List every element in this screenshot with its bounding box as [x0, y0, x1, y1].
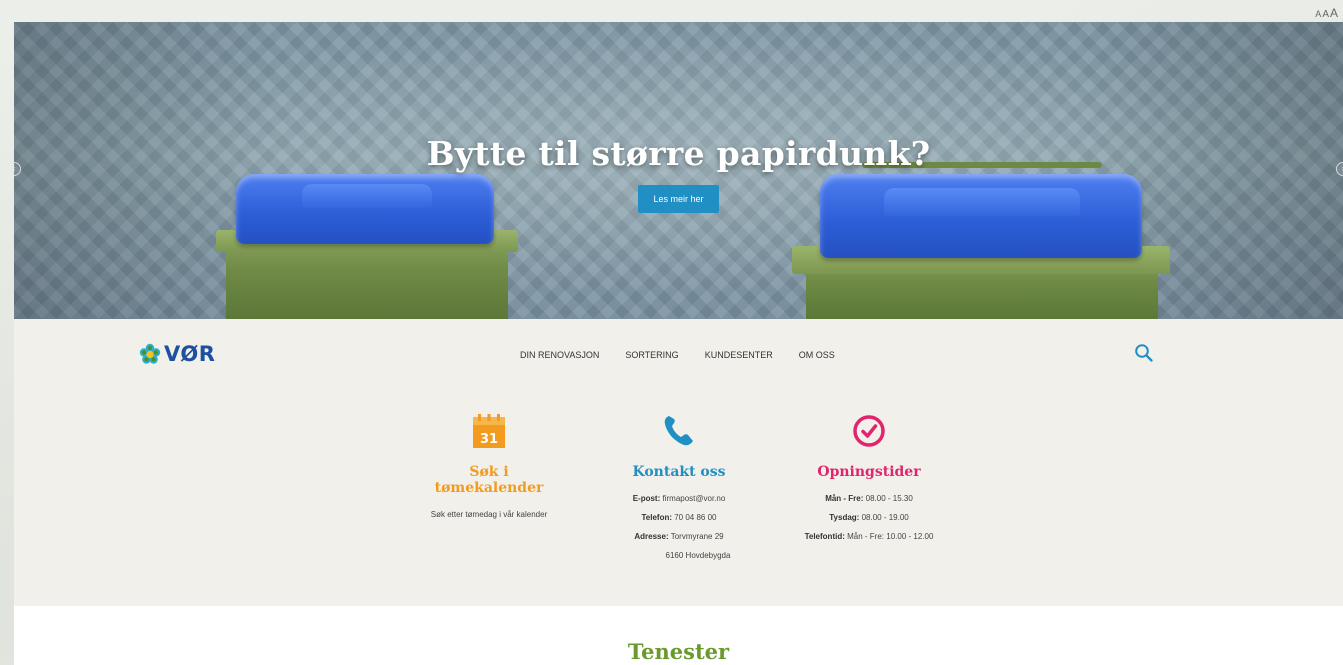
address-line1: Torvmyrane 29 [670, 532, 724, 541]
calendar-text: Søk etter tømedag i vår kalender [430, 510, 548, 519]
clock-icon [853, 415, 885, 447]
hero-title: Bytte til større papirdunk? [426, 134, 931, 173]
calendar-icon-number: 31 [480, 432, 498, 447]
hero-content: Bytte til større papirdunk? Les meir her [14, 134, 1343, 213]
font-size-medium[interactable]: A [1322, 9, 1330, 20]
phone-label: Telefon: [641, 513, 672, 522]
menu-item-kundesenter[interactable]: KUNDESENTER [705, 350, 773, 360]
slider-next-icon[interactable]: › [1336, 162, 1343, 176]
hero-slider: Bytte til større papirdunk? Les meir her… [14, 22, 1343, 319]
hours-details: Mån - Fre: 08.00 - 15.30 Tysdag: 08.00 -… [789, 489, 949, 546]
weekday-label: Mån - Fre: [825, 494, 864, 503]
search-icon [1135, 344, 1153, 362]
page: Bytte til større papirdunk? Les meir her… [14, 22, 1343, 665]
hours-column: Opningstider Mån - Fre: 08.00 - 15.30 Ty… [789, 411, 949, 546]
menu-item-sortering[interactable]: SORTERING [625, 350, 678, 360]
read-more-button[interactable]: Les meir her [638, 185, 719, 213]
font-size-control[interactable]: AAA [1315, 6, 1339, 20]
email-value[interactable]: firmapost@vor.no [662, 494, 725, 503]
calendar-column[interactable]: 31 Søk i tømekalender Søk etter tømedag … [414, 411, 564, 524]
phone-time-label: Telefontid: [804, 532, 845, 541]
phone-icon [664, 416, 693, 446]
info-section: 31 Søk i tømekalender Søk etter tømedag … [14, 389, 1343, 606]
email-label: E-post: [632, 494, 661, 503]
main-menu: DIN RENOVASJON SORTERING KUNDESENTER OM … [520, 350, 861, 360]
contact-title: Kontakt oss [632, 464, 726, 480]
calendar-icon: 31 [473, 414, 505, 448]
hours-title: Opningstider [817, 464, 921, 480]
address-line2: 6160 Hovdebygda [665, 551, 731, 560]
menu-item-din-renovasjon[interactable]: DIN RENOVASJON [520, 350, 599, 360]
main-navigation: VØR DIN RENOVASJON SORTERING KUNDESENTER… [14, 319, 1343, 389]
contact-details: E-post: firmapost@vor.no Telefon: 70 04 … [604, 489, 754, 565]
weekday-hours: 08.00 - 15.30 [865, 494, 913, 503]
menu-item-om-oss[interactable]: OM OSS [799, 350, 835, 360]
phone-value[interactable]: 70 04 86 00 [674, 513, 716, 522]
calendar-title[interactable]: Søk i tømekalender [414, 464, 564, 496]
flower-logo-icon [139, 343, 161, 364]
phone-time-hours: Mån - Fre: 10.00 - 12.00 [847, 532, 934, 541]
tuesday-hours: 08.00 - 19.00 [861, 513, 909, 522]
logo[interactable]: VØR [139, 342, 215, 366]
services-section: Tenester [14, 606, 1343, 665]
services-title: Tenester [627, 639, 730, 664]
tuesday-label: Tysdag: [829, 513, 860, 522]
contact-column: Kontakt oss E-post: firmapost@vor.no Tel… [604, 411, 754, 565]
font-size-large[interactable]: A [1330, 6, 1339, 20]
address-label: Adresse: [634, 532, 669, 541]
logo-text: VØR [164, 342, 216, 366]
search-button[interactable] [1134, 343, 1154, 368]
